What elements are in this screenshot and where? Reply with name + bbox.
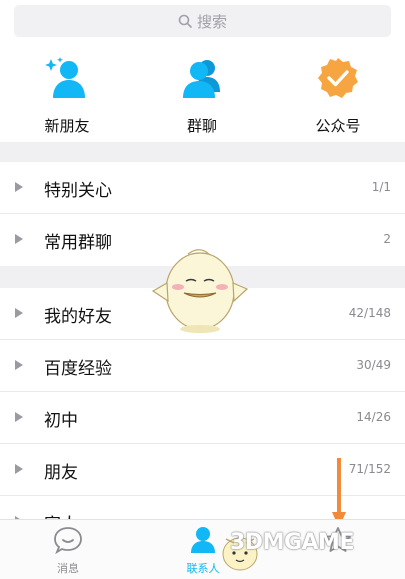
group-title: 常用群聊: [44, 233, 112, 253]
group-count: 2: [383, 232, 391, 246]
tab-messages[interactable]: 消息: [28, 526, 108, 576]
new-friends-button[interactable]: 新朋友: [12, 56, 122, 136]
search-icon: [178, 14, 192, 28]
search-placeholder: 搜索: [196, 12, 227, 31]
group-count: 1/1: [371, 180, 391, 194]
group-title: 朋友: [44, 463, 78, 483]
group-chat-button[interactable]: 群聊: [147, 56, 257, 136]
expand-arrow-icon: [15, 464, 23, 474]
tab-messages-label: 消息: [57, 562, 79, 575]
expand-arrow-icon: [15, 308, 23, 318]
message-bubble-icon: [54, 527, 82, 555]
official-account-icon: [318, 58, 358, 98]
group-count: 42/148: [348, 306, 391, 320]
group-title: 特别关心: [44, 181, 112, 201]
expand-arrow-icon: [15, 412, 23, 422]
add-friend-icon: [45, 57, 85, 98]
expand-arrow-icon: [15, 360, 23, 370]
group-row-special-care[interactable]: 特别关心 1/1: [0, 162, 405, 214]
group-row-middle-school[interactable]: 初中 14/26: [0, 392, 405, 444]
group-title: 百度经验: [44, 359, 112, 379]
group-chat-icon: [183, 60, 220, 98]
group-count: 14/26: [356, 410, 391, 424]
expand-arrow-icon: [15, 182, 23, 192]
group-chat-label: 群聊: [186, 117, 217, 135]
watermark-text: 3DMGAME: [230, 530, 354, 555]
official-account-button[interactable]: 公众号: [283, 56, 393, 136]
official-account-label: 公众号: [315, 117, 361, 135]
quick-actions: 新朋友 群聊 公众号: [0, 44, 405, 142]
group-count: 71/152: [348, 462, 391, 476]
section-divider: [0, 142, 405, 162]
search-input[interactable]: 搜索: [14, 5, 391, 37]
expand-arrow-icon: [15, 234, 23, 244]
group-title: 我的好友: [44, 307, 112, 327]
search-section: 搜索: [0, 0, 405, 44]
group-row-baidu-jingyan[interactable]: 百度经验 30/49: [0, 340, 405, 392]
group-title: 初中: [44, 411, 78, 431]
mascot-sticker: [151, 249, 249, 333]
group-count: 30/49: [356, 358, 391, 372]
new-friends-label: 新朋友: [44, 117, 90, 135]
